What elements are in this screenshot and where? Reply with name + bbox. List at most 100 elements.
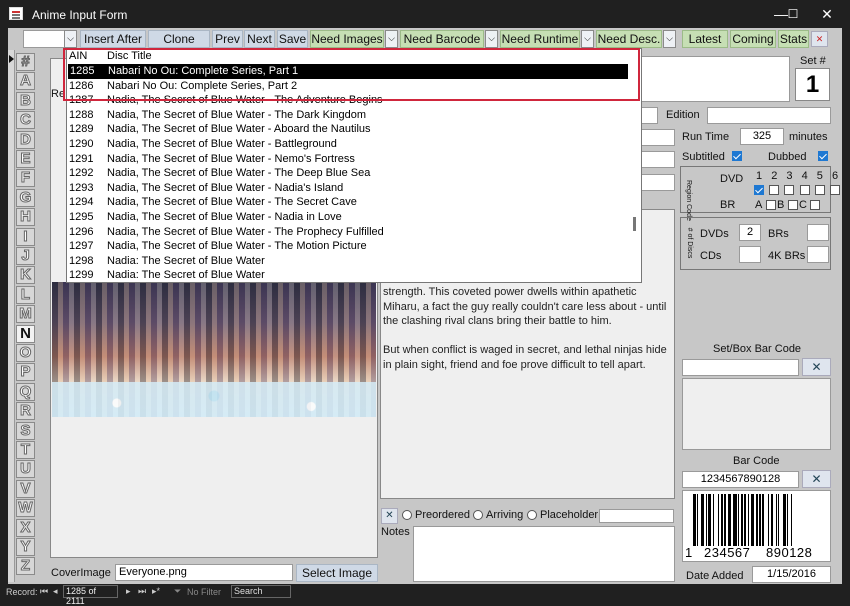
alphabet-button-z[interactable]: Z (16, 557, 35, 576)
dvd-region-1-checkbox[interactable] (754, 185, 764, 195)
dropdown-row[interactable]: 1296 Nadia, The Secret of Blue Water - Th… (67, 225, 629, 240)
dropdown-row[interactable]: 1299 Nadia: The Secret of Blue Water (67, 268, 629, 282)
4k-brs-count-field[interactable] (807, 246, 829, 263)
alphabet-button-k[interactable]: K (16, 266, 35, 285)
ain-combo-chevron-icon[interactable]: ⌵ (64, 30, 77, 48)
alphabet-button-b[interactable]: B (16, 91, 35, 110)
alphabet-button-q[interactable]: Q (16, 382, 35, 401)
alphabet-button-hash[interactable]: # (16, 53, 35, 71)
alphabet-button-w[interactable]: W (16, 499, 35, 518)
insert-after-button[interactable]: Insert After (80, 30, 146, 48)
alphabet-button-x[interactable]: X (16, 518, 35, 537)
dubbed-checkbox[interactable] (818, 151, 828, 161)
dvd-region-4-checkbox[interactable] (799, 185, 810, 195)
placeholder-radio[interactable] (527, 510, 537, 520)
dropdown-row[interactable]: 1289 Nadia, The Secret of Blue Water - Ab… (67, 122, 629, 137)
field-c[interactable] (640, 174, 675, 191)
save-button[interactable]: Save (277, 30, 308, 48)
clear-status-icon[interactable]: ✕ (381, 508, 398, 524)
need-runtime-button[interactable]: Need Runtime (500, 30, 580, 48)
preordered-radio[interactable] (402, 510, 412, 520)
dvd-region-6-checkbox[interactable] (830, 185, 840, 195)
dropdown-row[interactable]: 1292 Nadia, The Secret of Blue Water - Th… (67, 166, 629, 181)
alphabet-button-y[interactable]: Y (16, 538, 35, 556)
alphabet-button-f[interactable]: F (16, 169, 35, 188)
record-selector[interactable] (8, 50, 15, 582)
dvd-region-2-checkbox[interactable] (769, 185, 780, 195)
subtitled-checkbox[interactable] (732, 151, 742, 161)
alphabet-button-i[interactable]: I (16, 227, 35, 246)
barcode-field[interactable]: 1234567890128 (682, 471, 799, 488)
dropdown-row[interactable]: 1297 Nadia, The Secret of Blue Water - Th… (67, 239, 629, 254)
alphabet-button-n[interactable]: N (16, 324, 35, 343)
alphabet-button-a[interactable]: A (16, 72, 35, 91)
need-desc-button[interactable]: Need Desc. (596, 30, 662, 48)
dropdown-row[interactable]: 1288 Nadia, The Secret of Blue Water - Th… (67, 108, 629, 123)
select-image-button[interactable]: Select Image (296, 564, 378, 582)
notes-field[interactable] (413, 526, 675, 582)
cover-image-field[interactable]: Everyone.png (115, 564, 293, 581)
new-record-icon[interactable]: ▸* (152, 586, 160, 597)
dropdown-row[interactable]: 1291 Nadia, The Secret of Blue Water - Ne… (67, 152, 629, 167)
status-date-field[interactable] (599, 509, 674, 523)
field-a[interactable] (640, 129, 675, 146)
alphabet-button-r[interactable]: R (16, 402, 35, 421)
alphabet-button-v[interactable]: V (16, 479, 35, 498)
alphabet-button-h[interactable]: H (16, 208, 35, 227)
field-b[interactable] (640, 151, 675, 168)
dropdown-scroll-thumb[interactable] (633, 217, 636, 231)
alphabet-button-s[interactable]: S (16, 421, 35, 440)
clear-filter-icon[interactable]: ✕ (811, 31, 828, 47)
need-images-button[interactable]: Need Images (310, 30, 384, 48)
br-region-a-checkbox[interactable] (766, 200, 776, 210)
ain-combo-input[interactable] (23, 30, 65, 48)
alphabet-button-p[interactable]: P (16, 363, 35, 382)
need-images-chevron-icon[interactable]: ⌵ (385, 30, 398, 48)
need-runtime-chevron-icon[interactable]: ⌵ (581, 30, 594, 48)
dvds-count-field[interactable]: 2 (739, 224, 761, 241)
dropdown-row[interactable]: 1290 Nadia, The Secret of Blue Water - Ba… (67, 137, 629, 152)
record-number-field[interactable]: 1285 of 2111 (63, 585, 118, 606)
set-number-value[interactable]: 1 (795, 68, 830, 101)
disc-title-field[interactable] (640, 56, 790, 102)
set-box-barcode-field[interactable] (682, 359, 799, 376)
dvd-region-3-checkbox[interactable] (784, 185, 795, 195)
first-record-icon[interactable]: ⏮ (40, 586, 48, 597)
clear-set-barcode-icon[interactable]: ✕ (802, 358, 831, 376)
alphabet-button-g[interactable]: G (16, 188, 35, 207)
stats-button[interactable]: Stats (778, 30, 809, 48)
run-time-field[interactable]: 325 (740, 128, 784, 145)
alphabet-button-o[interactable]: O (16, 344, 35, 362)
alphabet-button-e[interactable]: E (16, 150, 35, 168)
last-record-icon[interactable]: ⏭ (138, 586, 146, 597)
br-region-c-checkbox[interactable] (810, 200, 820, 210)
alphabet-button-u[interactable]: U (16, 460, 35, 479)
filter-icon[interactable]: ⏷ (174, 586, 181, 597)
alphabet-button-t[interactable]: T (16, 441, 35, 459)
search-field[interactable]: Search (231, 585, 291, 598)
close-button[interactable]: ✕ (804, 0, 850, 28)
latest-button[interactable]: Latest (682, 30, 728, 48)
dropdown-row[interactable]: 1294 Nadia, The Secret of Blue Water - Th… (67, 195, 629, 210)
date-added-field[interactable]: 1/15/2016 (752, 566, 831, 583)
alphabet-button-l[interactable]: L (16, 285, 35, 304)
next-record-icon[interactable]: ▸ (126, 586, 131, 597)
alphabet-button-c[interactable]: C (16, 111, 35, 130)
series-field[interactable] (640, 107, 658, 124)
need-barcode-chevron-icon[interactable]: ⌵ (485, 30, 498, 48)
arriving-radio[interactable] (473, 510, 483, 520)
cds-count-field[interactable] (739, 246, 761, 263)
alphabet-button-j[interactable]: J (16, 247, 35, 265)
alphabet-button-m[interactable]: M (16, 305, 35, 324)
prev-record-icon[interactable]: ◂ (53, 586, 58, 597)
brs-count-field[interactable] (807, 224, 829, 241)
next-button[interactable]: Next (244, 30, 275, 48)
no-filter-label[interactable]: No Filter (187, 587, 221, 597)
dropdown-row[interactable]: 1295 Nadia, The Secret of Blue Water - Na… (67, 210, 629, 225)
prev-button[interactable]: Prev (212, 30, 243, 48)
need-desc-chevron-icon[interactable]: ⌵ (663, 30, 676, 48)
dropdown-row[interactable]: 1293 Nadia, The Secret of Blue Water - Na… (67, 181, 629, 196)
edition-field[interactable] (707, 107, 831, 124)
coming-button[interactable]: Coming (730, 30, 776, 48)
alphabet-button-d[interactable]: D (16, 130, 35, 149)
